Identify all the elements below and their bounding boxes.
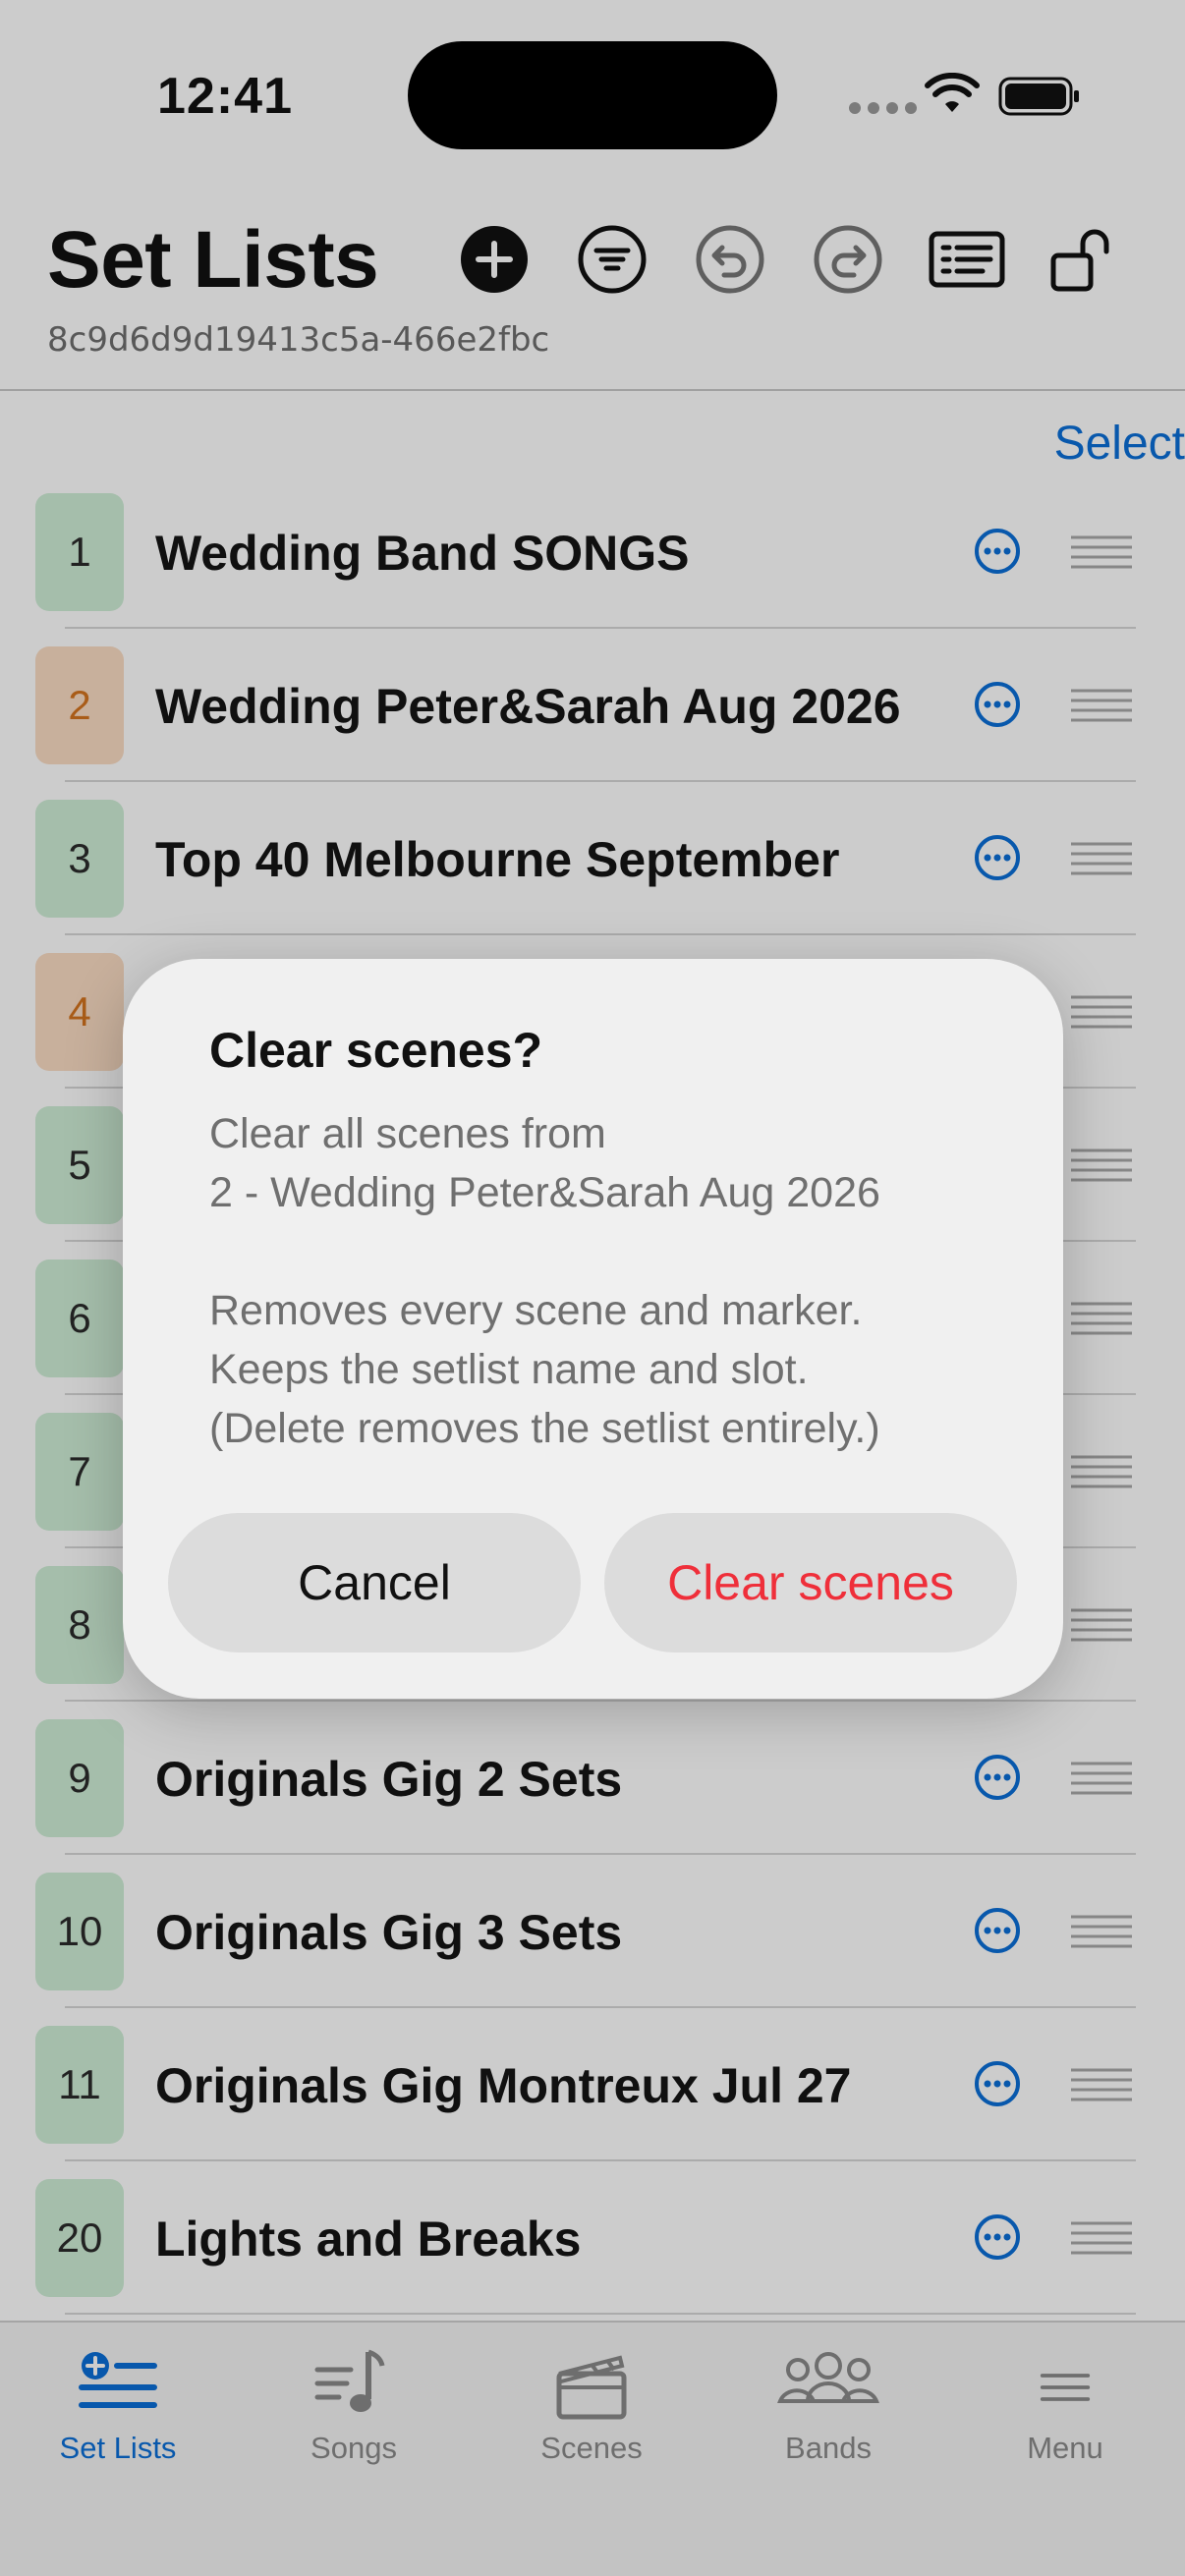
clear-scenes-dialog: Clear scenes? Clear all scenes from 2 - … (123, 959, 1063, 1699)
cancel-button[interactable]: Cancel (168, 1513, 581, 1652)
dialog-message-line: Removes every scene and marker. (209, 1287, 863, 1334)
dialog-message-line: (Delete removes the setlist entirely.) (209, 1405, 880, 1452)
dialog-title: Clear scenes? (209, 1023, 543, 1078)
dialog-message-line: Clear all scenes from (209, 1110, 606, 1157)
dialog-message-line: Keeps the setlist name and slot. (209, 1346, 809, 1393)
dialog-setlist-name: 2 - Wedding Peter&Sarah Aug 2026 (209, 1169, 880, 1216)
dialog-message: Clear all scenes from 2 - Wedding Peter&… (209, 1104, 995, 1458)
clear-scenes-button[interactable]: Clear scenes (604, 1513, 1017, 1652)
